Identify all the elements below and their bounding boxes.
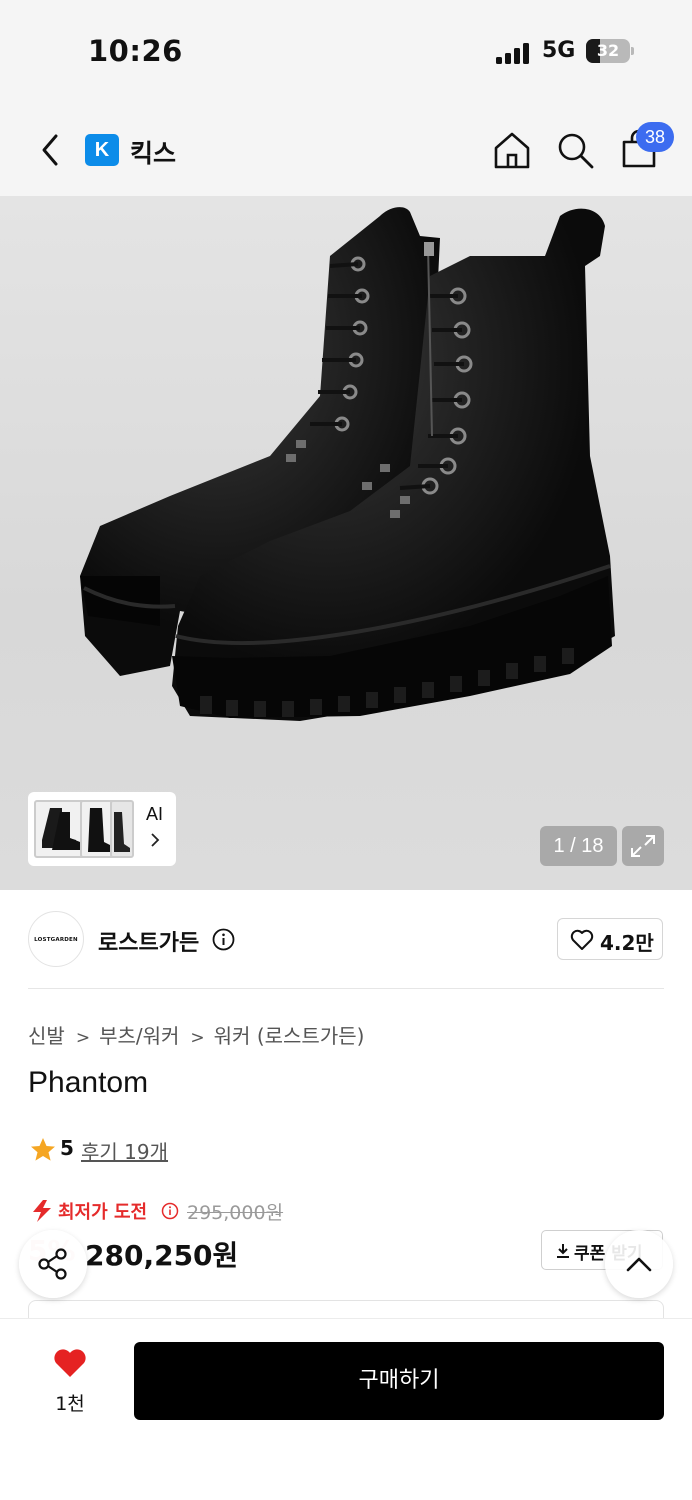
battery-icon: 32 [586,39,630,63]
boots-image [80,207,615,721]
breadcrumb-item[interactable]: 워커 (로스트가든) [214,1024,365,1048]
breadcrumb-item[interactable]: 신발 [28,1024,65,1048]
battery-level: 32 [596,41,620,60]
chevron-right-icon [151,833,160,847]
divider [28,988,664,989]
wish-count: 1천 [55,1393,85,1415]
share-button[interactable] [19,1230,87,1298]
ai-similar-thumbnails[interactable]: AI [28,792,176,866]
lowest-price-label: 최저가 도전 [58,1202,148,1223]
expand-icon [631,835,655,857]
rating-value: 5 [60,1136,74,1160]
brand-like-count: 4.2만 [600,931,654,955]
boot-thumbnail-icon [114,812,130,852]
ai-label: AI [146,804,164,824]
cart-count-badge: 38 [636,122,674,152]
nav-bar: K 킥스 [0,100,692,196]
chevron-up-icon [626,1257,652,1272]
info-icon[interactable] [161,1202,179,1220]
lightning-icon [33,1200,51,1222]
buy-button[interactable]: 구매하기 [134,1342,664,1420]
brand-like-button[interactable]: 4.2만 [557,918,663,960]
heart-outline-icon [570,929,594,950]
breadcrumb: 신발 > 부츠/워커 > 워커 (로스트가든) [28,1020,364,1049]
chevron-left-icon [42,134,58,166]
original-price: 295,000원 [187,1202,284,1224]
bottom-action-bar: 1천 구매하기 [0,1318,692,1500]
brand-logo[interactable]: LOSTGARDEN [28,911,84,967]
search-button[interactable] [555,130,595,170]
thumbnail-1[interactable] [34,800,86,858]
store-name[interactable]: 킥스 [130,134,176,170]
chevron-right-icon: > [75,1028,91,1048]
info-icon[interactable] [212,928,235,951]
heart-filled-icon[interactable] [52,1347,88,1379]
back-button[interactable] [30,130,70,170]
boot-thumbnail-icon [42,808,80,850]
image-counter: 1 / 18 [540,826,617,866]
download-icon [557,1244,569,1258]
share-icon [38,1248,67,1280]
star-icon [31,1138,55,1161]
status-time: 10:26 [88,34,183,68]
breadcrumb-item[interactable]: 부츠/워커 [99,1024,179,1048]
search-icon [558,133,594,169]
expand-button[interactable] [622,826,664,866]
network-type: 5G [542,38,576,63]
scroll-top-button[interactable] [605,1230,673,1298]
signal-icon [496,42,532,64]
home-button[interactable] [492,130,532,170]
chevron-right-icon: > [190,1028,205,1048]
battery-cap [631,47,634,55]
status-bar: 10:26 5G 32 [0,0,692,100]
review-link[interactable]: 후기 19개 [81,1136,168,1165]
home-icon [494,132,530,169]
store-logo[interactable]: K [85,134,119,166]
product-image[interactable]: AI 1 / 18 [0,196,692,890]
product-title: Phantom [28,1066,149,1099]
brand-name[interactable]: 로스트가든 [98,925,199,957]
thumbnail-3[interactable] [110,800,134,858]
sale-price: 280,250원 [85,1239,239,1272]
